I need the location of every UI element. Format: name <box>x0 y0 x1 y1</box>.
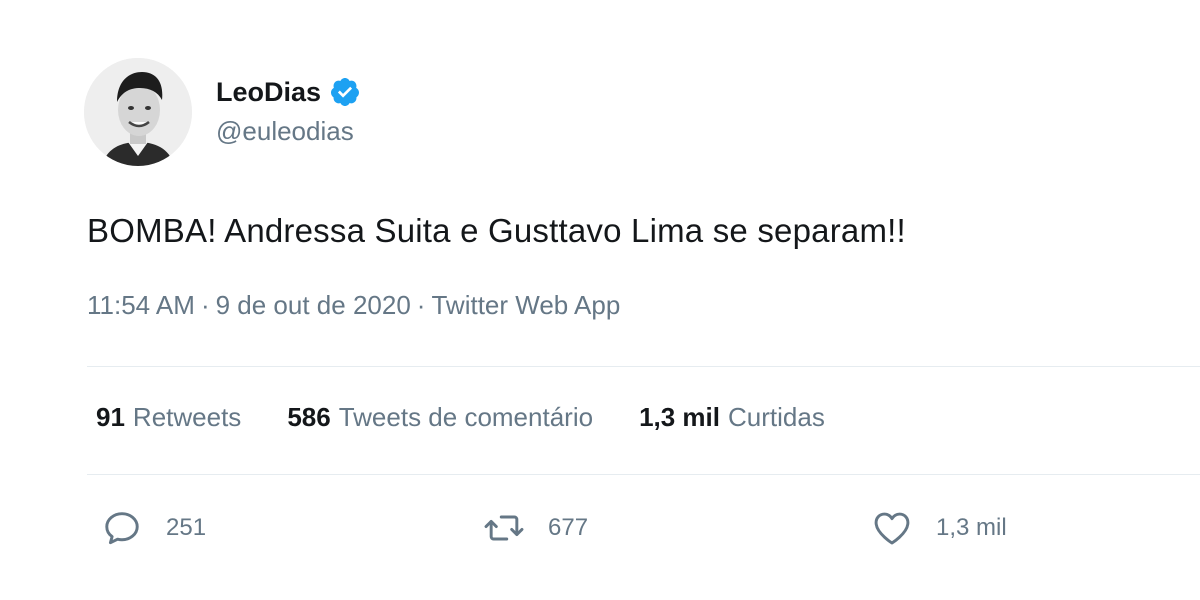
quotes-count: 586 <box>287 402 331 432</box>
tweet-time[interactable]: 11:54 AM <box>87 290 195 321</box>
engagement-stats: 91 Retweets 586 Tweets de comentário 1,3… <box>96 402 825 433</box>
retweets-stat[interactable]: 91 Retweets <box>96 402 241 433</box>
like-button[interactable]: 1,3 mil <box>870 506 1007 550</box>
reply-button[interactable]: 251 <box>100 506 206 550</box>
likes-label: Curtidas <box>728 402 825 432</box>
display-name[interactable]: LeoDias <box>216 77 321 108</box>
avatar-photo <box>84 58 192 166</box>
tweet-source[interactable]: Twitter Web App <box>431 290 620 321</box>
retweet-count: 677 <box>548 514 589 541</box>
user-handle[interactable]: @euleodias <box>216 116 354 147</box>
avatar[interactable] <box>84 58 192 166</box>
reply-count: 251 <box>166 514 207 541</box>
tweet-meta: 11:54 AM · 9 de out de 2020 · Twitter We… <box>87 290 620 321</box>
likes-count: 1,3 mil <box>639 402 720 432</box>
retweet-icon <box>484 515 524 541</box>
meta-separator: · <box>200 290 210 320</box>
divider <box>87 474 1200 475</box>
meta-separator: · <box>416 290 426 320</box>
verified-badge-icon <box>331 78 360 106</box>
divider <box>87 366 1200 367</box>
retweets-label: Retweets <box>132 402 242 432</box>
quotes-stat[interactable]: 586 Tweets de comentário <box>287 402 593 433</box>
action-bar: 251 677 1,3 mil <box>100 506 1100 556</box>
like-count: 1,3 mil <box>936 514 1007 541</box>
likes-stat[interactable]: 1,3 mil Curtidas <box>639 402 825 433</box>
author-name-row[interactable]: LeoDias <box>216 76 361 108</box>
tweet-text: BOMBA! Andressa Suita e Gusttavo Lima se… <box>87 212 906 249</box>
tweet-date[interactable]: 9 de out de 2020 <box>216 290 411 321</box>
reply-icon <box>105 512 139 545</box>
retweets-count: 91 <box>96 402 125 432</box>
heart-icon <box>874 512 910 545</box>
tweet-card: LeoDias @euleodias BOMBA! Andressa Suita… <box>0 0 1200 600</box>
retweet-button[interactable]: 677 <box>482 506 588 550</box>
quotes-label: Tweets de comentário <box>338 402 594 432</box>
